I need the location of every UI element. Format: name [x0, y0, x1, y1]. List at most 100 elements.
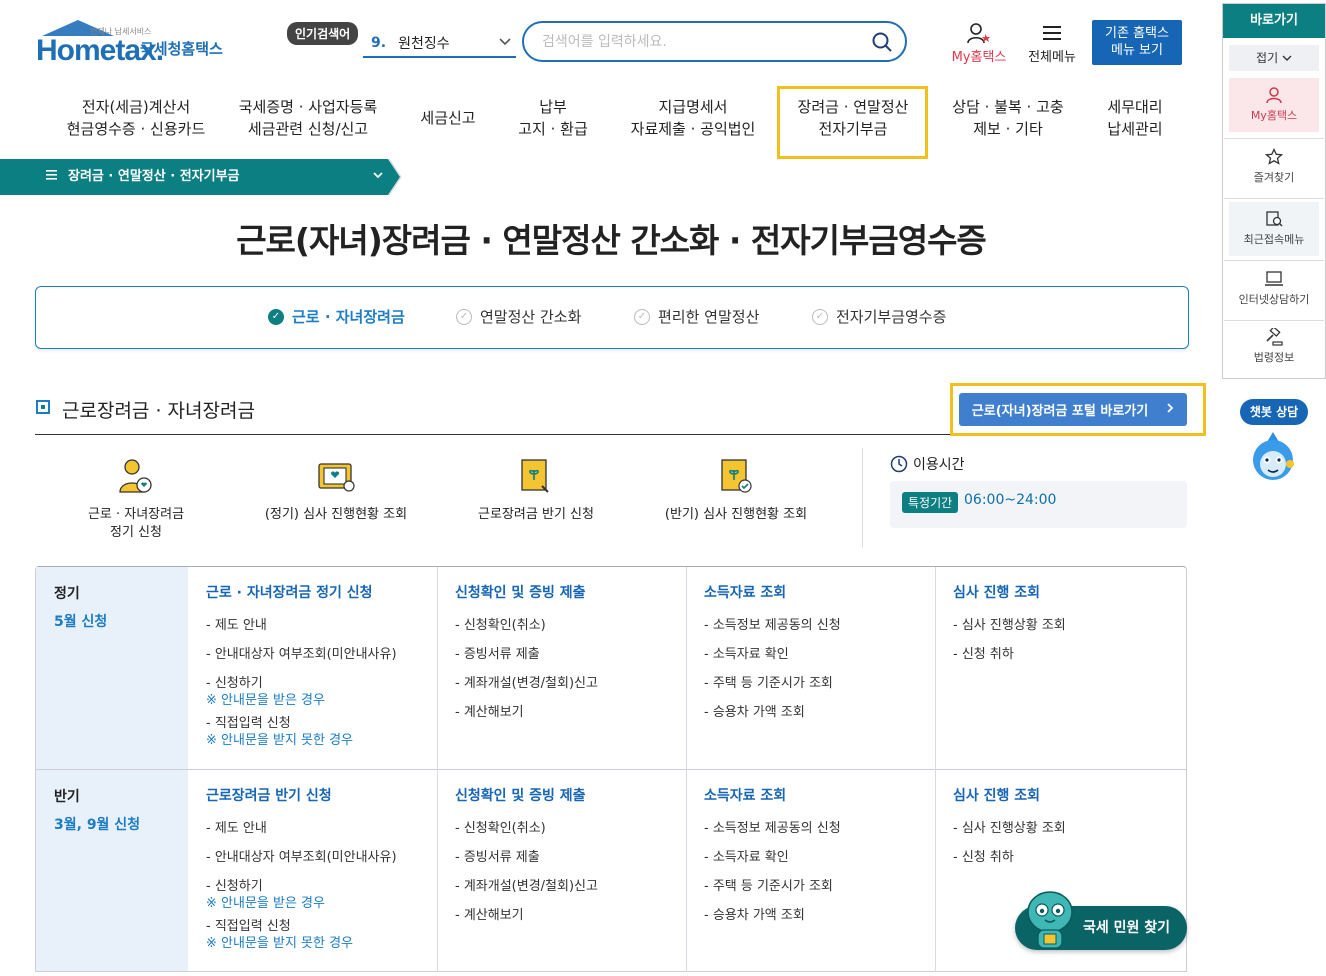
gnb-label: 제보 · 기타	[973, 120, 1043, 138]
cell-title[interactable]: 소득자료 조회	[704, 785, 786, 805]
quick-my-hometax[interactable]: My홈택스	[1229, 78, 1319, 132]
cell-title[interactable]: 신청확인 및 증빙 제출	[455, 785, 586, 805]
tab-donation-receipt[interactable]: ✓ 전자기부금영수증	[812, 306, 946, 327]
list-item[interactable]: - 승용차 가액 조회	[704, 698, 841, 727]
cell-title[interactable]: 소득자료 조회	[704, 582, 786, 602]
mascot-character-icon	[1027, 891, 1073, 949]
gnb-tax-report[interactable]: 세금신고	[408, 107, 488, 129]
popular-search-badge: 인기검색어	[287, 22, 359, 45]
cell-title[interactable]: 근로 · 자녀장려금 정기 신청	[206, 582, 373, 602]
list-item[interactable]: - 안내대상자 여부조회(미안내사유)	[206, 640, 397, 669]
quick-half-apply[interactable]: 근로장려금 반기 신청	[456, 456, 616, 524]
cell-title[interactable]: 신청확인 및 증빙 제출	[455, 582, 586, 602]
list-item[interactable]: - 신청 취하	[953, 640, 1066, 669]
list-item[interactable]: - 심사 진행상황 조회	[953, 611, 1066, 640]
quick-regular-status[interactable]: (정기) 심사 진행현황 조회	[256, 456, 416, 524]
my-hometax-button[interactable]: My홈택스	[946, 22, 1012, 65]
fold-label: 접기	[1256, 51, 1279, 65]
breadcrumb[interactable]: 장려금 · 연말정산 · 전자기부금	[46, 159, 240, 195]
list-item[interactable]: - 직접입력 신청	[206, 918, 397, 935]
old-hometax-button[interactable]: 기존 홈택스 메뉴 보기	[1092, 20, 1182, 65]
gnb-label: 고지 · 환급	[518, 120, 588, 138]
cell-title[interactable]: 심사 진행 조회	[953, 582, 1040, 602]
portal-shortcut-button[interactable]: 근로(자녀)장려금 포털 바로가기	[959, 393, 1187, 426]
check-icon: ✓	[634, 308, 650, 325]
chatbot-character-icon[interactable]	[1248, 430, 1298, 484]
section-square-icon	[36, 400, 50, 414]
recent-search-icon	[1266, 211, 1283, 227]
search-icon[interactable]	[871, 31, 892, 52]
quick-panel-fold-button[interactable]: 접기	[1229, 45, 1319, 71]
search-input[interactable]	[542, 33, 852, 50]
list-note: ※ 안내문을 받지 못한 경우	[206, 936, 354, 951]
gnb-label: 자료제출 · 공익법인	[630, 120, 756, 138]
quick-recent-menu[interactable]: 최근접속메뉴	[1229, 202, 1319, 256]
cell-title[interactable]: 근로장려금 반기 신청	[206, 785, 332, 805]
list-item[interactable]: - 신청 취하	[953, 843, 1066, 872]
quick-law-info[interactable]: 법령정보	[1229, 320, 1319, 374]
chatbot-button[interactable]: 챗봇 상담	[1240, 399, 1308, 425]
cell-half-verify: 신청확인 및 증빙 제출 - 신청확인(취소) - 증빙서류 제출 - 계좌개설…	[437, 770, 686, 971]
popular-search-select[interactable]: 9. 원천징수	[363, 30, 516, 58]
gnb-e-invoice[interactable]: 전자(세금)계산서 현금영수증 · 신용카드	[56, 96, 216, 140]
list-item[interactable]: - 제도 안내	[206, 814, 397, 843]
list-item[interactable]: - 소득정보 제공동의 신청	[704, 814, 841, 843]
clock-icon	[890, 455, 908, 473]
my-hometax-label: My홈택스	[951, 50, 1007, 65]
quick-item-label: 인터넷상담하기	[1238, 293, 1310, 306]
list-item[interactable]: - 계좌개설(변경/철회)신고	[455, 872, 598, 901]
list-item[interactable]: - 주택 등 기준시가 조회	[704, 872, 841, 901]
list-item[interactable]: - 소득자료 확인	[704, 843, 841, 872]
list-item[interactable]: - 소득자료 확인	[704, 640, 841, 669]
list-item[interactable]: - 증빙서류 제출	[455, 640, 598, 669]
list-item[interactable]: - 심사 진행상황 조회	[953, 814, 1066, 843]
section-title: 근로장려금 · 자녀장려금	[62, 400, 255, 422]
gnb-payment-statement[interactable]: 지급명세서 자료제출 · 공익법인	[618, 96, 768, 140]
chevron-down-icon	[498, 34, 512, 52]
chevron-down-icon	[1282, 55, 1292, 61]
list-item[interactable]: - 계좌개설(변경/철회)신고	[455, 669, 598, 698]
usage-period-badge: 특정기간	[902, 492, 959, 513]
popular-term: 원천징수	[398, 36, 450, 52]
gnb-label: 상담 · 불복 · 고충	[952, 98, 1064, 116]
list-item[interactable]: - 증빙서류 제출	[455, 843, 598, 872]
row-head-regular: 정기 5월 신청	[36, 567, 188, 769]
list-item[interactable]: - 계산해보기	[455, 901, 598, 930]
quick-item-label: My홈택스	[1250, 109, 1298, 122]
gnb-tax-agent[interactable]: 세무대리 납세관리	[1090, 96, 1180, 140]
logo-sub: 국세청홈택스	[140, 40, 223, 58]
quick-label: 근로 · 자녀장려금	[87, 507, 185, 522]
quick-panel-divider	[1224, 198, 1324, 199]
tab-work-child-incentive[interactable]: ✓ 근로 · 자녀장려금	[268, 306, 405, 327]
usage-time-value: 06:00~24:00	[964, 492, 1057, 508]
row-head-half: 반기 3월, 9월 신청	[36, 770, 188, 971]
quick-panel-title: 바로가기	[1223, 4, 1325, 38]
gnb-consult[interactable]: 상담 · 불복 · 고충제보 · 기타	[938, 96, 1078, 140]
check-icon: ✓	[812, 308, 828, 325]
laptop-icon	[1265, 271, 1283, 286]
list-item[interactable]: - 신청확인(취소)	[455, 611, 598, 640]
list-item[interactable]: - 제도 안내	[206, 611, 397, 640]
list-item[interactable]: - 신청확인(취소)	[455, 814, 598, 843]
cell-title[interactable]: 심사 진행 조회	[953, 785, 1040, 805]
document-check-icon	[721, 459, 752, 493]
tab-year-end-simplified[interactable]: ✓ 연말정산 간소화	[456, 306, 581, 327]
gnb-payment[interactable]: 납부 고지 · 환급	[510, 96, 596, 140]
check-icon: ✓	[456, 308, 472, 325]
list-note: ※ 안내문을 받은 경우	[206, 896, 325, 911]
quick-favorites[interactable]: 즐겨찾기	[1229, 140, 1319, 194]
gnb-certificate[interactable]: 국세증명 · 사업자등록 세금관련 신청/신고	[228, 96, 388, 140]
list-item[interactable]: - 계산해보기	[455, 698, 598, 727]
quick-regular-apply[interactable]: 근로 · 자녀장려금 정기 신청	[56, 456, 216, 542]
list-item[interactable]: - 주택 등 기준시가 조회	[704, 669, 841, 698]
chevron-down-icon[interactable]	[372, 169, 384, 185]
tab-convenient-year-end[interactable]: ✓ 편리한 연말정산	[634, 306, 759, 327]
list-item[interactable]: - 승용차 가액 조회	[704, 901, 841, 930]
quick-half-status[interactable]: (반기) 심사 진행현황 조회	[656, 456, 816, 524]
list-item[interactable]: - 안내대상자 여부조회(미안내사유)	[206, 843, 397, 872]
hometax-logo[interactable]: 언제나 납세서비스 Hometax. 국세청홈택스	[36, 20, 236, 70]
quick-online-consult[interactable]: 인터넷상담하기	[1229, 262, 1319, 316]
list-item[interactable]: - 직접입력 신청	[206, 715, 397, 732]
all-menu-button[interactable]: 전체메뉴	[1022, 22, 1082, 65]
list-item[interactable]: - 소득정보 제공동의 신청	[704, 611, 841, 640]
